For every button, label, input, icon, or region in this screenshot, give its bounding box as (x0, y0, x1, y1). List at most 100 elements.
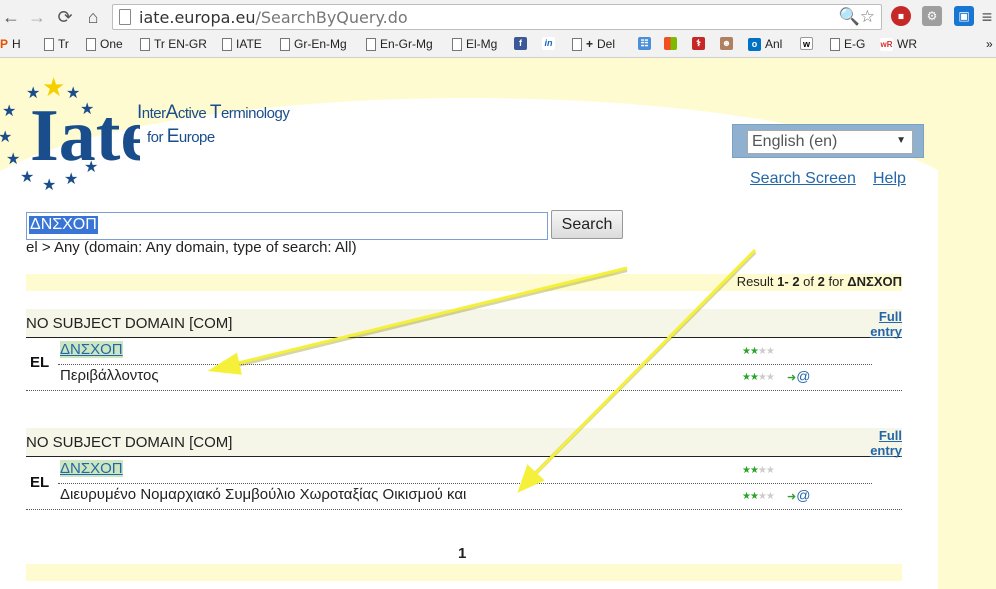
tagline-part: erminology (220, 105, 290, 122)
home-icon[interactable]: ⌂ (82, 6, 104, 28)
send-email-icon[interactable]: ➜@ (787, 487, 810, 503)
tagline-part: T (209, 102, 222, 123)
divider (58, 483, 872, 484)
address-bar[interactable]: iate.europa.eu/SearchByQuery.do 🔍☆ (112, 4, 882, 30)
language-selected: English (en) (752, 133, 838, 150)
page-icon (572, 37, 582, 51)
search-criteria: el > Any (domain: Any domain, type of se… (26, 239, 357, 256)
bookmark-p-label: P (0, 37, 9, 51)
bookmark-avatar[interactable]: ☻ (720, 37, 733, 50)
tagline-part: urope (178, 129, 215, 146)
page-icon (452, 37, 462, 51)
tagline-part: A (165, 102, 179, 123)
term-link[interactable]: ΔΝΣΧΟΠ (60, 460, 123, 477)
summary-query: ΔΝΣΧΟΠ (847, 274, 902, 289)
bookmark-e-g[interactable]: E-G (830, 37, 865, 51)
divider (58, 364, 872, 365)
reload-icon[interactable]: ⟳ (54, 6, 76, 28)
bookmark-label: En-Gr-Mg (380, 37, 433, 51)
page-number[interactable]: 1 (458, 545, 466, 562)
entry-domain: NO SUBJECT DOMAIN [COM] (26, 434, 233, 451)
facebook-icon: f (514, 37, 527, 50)
summary-for: for (824, 274, 848, 289)
forward-icon[interactable]: → (26, 6, 48, 28)
help-link[interactable]: Help (873, 170, 906, 188)
bookmark-calendar[interactable]: ☷ (638, 37, 651, 50)
bookmark-label: Tr EN-GR (154, 37, 207, 51)
bookmarks-more-icon[interactable]: » (986, 37, 993, 51)
summary-of: of (799, 274, 818, 289)
tagline-part: nter (141, 105, 166, 122)
iate-logo[interactable]: Iate ★ ★ ★ ★ ★ ★ ★ ★ ★ ★ ★ (0, 72, 140, 190)
divider (26, 509, 902, 510)
language-select[interactable]: English (en) ▼ (747, 130, 913, 154)
summary-prefix: Result (736, 274, 778, 289)
bookmark-red[interactable]: ⚕ (692, 37, 705, 50)
arrow-head-icon (517, 464, 545, 493)
windows-icon (664, 37, 677, 50)
bookmark-h[interactable]: PH (0, 37, 21, 51)
bookmark-in[interactable]: in (542, 37, 555, 50)
extension-blue-icon[interactable]: ▣ (954, 6, 974, 26)
plus-icon: + (586, 37, 594, 51)
bookmark-wr[interactable]: wR WR (880, 37, 917, 51)
bookmark-el-mg[interactable]: El-Mg (452, 37, 497, 51)
menu-icon[interactable]: ≡ (976, 6, 996, 28)
tagline-part: for (147, 129, 167, 146)
search-button[interactable]: Search (551, 210, 623, 239)
send-email-icon[interactable]: ➜@ (787, 368, 810, 384)
bookmark-label: El-Mg (466, 37, 498, 51)
bookmark-facebook[interactable]: f (514, 37, 527, 50)
entry-domain: NO SUBJECT DOMAIN [COM] (26, 315, 233, 332)
bottom-bar (26, 564, 902, 581)
bookmark-w[interactable]: w (800, 37, 813, 50)
bookmark-anl[interactable]: o Anl (748, 37, 782, 51)
svg-text:★: ★ (2, 103, 16, 120)
tagline-part: E (166, 126, 180, 147)
search-screen-link[interactable]: Search Screen (750, 170, 856, 188)
browser-chrome: ← → ⟳ ⌂ iate.europa.eu/SearchByQuery.do … (0, 0, 996, 58)
back-icon[interactable]: ← (0, 6, 22, 28)
extension-icon[interactable]: ⚙ (922, 6, 942, 26)
page-icon (830, 37, 840, 51)
full-entry-link[interactable]: Full entry (870, 309, 902, 339)
adblock-icon[interactable]: ⏹ (891, 6, 911, 26)
term-link[interactable]: ΔΝΣΧΟΠ (60, 341, 123, 358)
bookmark-gr-en-mg[interactable]: Gr-En-Mg (280, 37, 347, 51)
summary-total: 2 (817, 274, 825, 289)
url-text: iate.europa.eu/SearchByQuery.do (139, 8, 408, 27)
bookmark-label: E-G (844, 37, 866, 51)
wikipedia-icon: w (800, 37, 813, 50)
bookmark-en-gr-mg[interactable]: En-Gr-Mg (366, 37, 433, 51)
svg-text:★: ★ (64, 171, 78, 188)
zoom-star-icons[interactable]: 🔍☆ (839, 7, 875, 27)
bookmark-iate[interactable]: IATE (222, 37, 262, 51)
logo-tagline: InterActive Terminology for Europe (137, 102, 290, 148)
right-strip (938, 58, 996, 589)
svg-text:★: ★ (0, 129, 12, 146)
reliability-stars: ★★★★ (742, 346, 775, 357)
bookmark-tr[interactable]: Tr (44, 37, 69, 51)
bookmark-del[interactable]: + Del (572, 37, 615, 51)
svg-text:★: ★ (42, 177, 56, 190)
svg-text:★: ★ (84, 159, 98, 176)
bookmark-label: Gr-En-Mg (294, 37, 347, 51)
page-icon (366, 37, 376, 51)
bookmarks-bar: PH Tr One Tr EN-GR IATE Gr-En-Mg En-Gr-M… (0, 34, 996, 56)
reliability-stars: ★★★★ (742, 491, 775, 502)
divider (26, 390, 902, 391)
linkedin-icon: in (542, 37, 555, 50)
bookmark-tr-en-gr[interactable]: Tr EN-GR (140, 37, 207, 51)
page-icon (140, 37, 150, 51)
svg-text:★: ★ (6, 151, 20, 168)
bookmark-one[interactable]: One (86, 37, 123, 51)
result-summary: Result 1- 2 of 2 for ΔΝΣΧΟΠ (737, 274, 902, 289)
page: Iate ★ ★ ★ ★ ★ ★ ★ ★ ★ ★ ★ InterActive T… (0, 58, 996, 589)
reliability-stars: ★★★★ (742, 372, 775, 383)
bookmark-windows[interactable] (664, 37, 677, 50)
page-icon (119, 9, 131, 25)
search-input[interactable]: ΔΝΣΧΟΠ (26, 212, 548, 240)
language-box: English (en) ▼ (732, 124, 924, 158)
full-entry-link[interactable]: Full entry (870, 428, 902, 458)
entry-domain-row: NO SUBJECT DOMAIN [COM] Full entry (26, 309, 902, 339)
